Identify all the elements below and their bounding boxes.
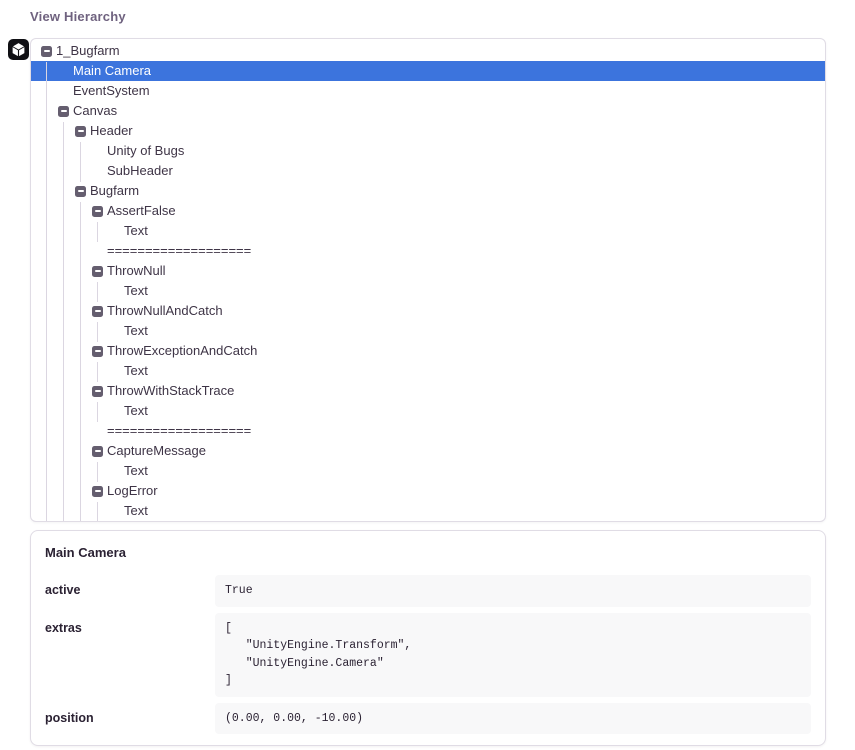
tree-node-label: ThrowWithStackTrace — [107, 381, 234, 401]
collapse-minus-icon[interactable] — [41, 46, 52, 57]
tree-node[interactable]: Unity of Bugs — [31, 141, 825, 161]
collapse-minus-icon[interactable] — [75, 126, 86, 137]
collapse-toggle[interactable] — [58, 106, 73, 117]
tree-node-label: Header — [90, 121, 133, 141]
view-hierarchy-page: View Hierarchy 1_BugfarmMain CameraEvent… — [0, 0, 855, 750]
tree-node[interactable]: Text — [31, 401, 825, 421]
collapse-minus-icon[interactable] — [92, 446, 103, 457]
tree-node-label: LogError — [107, 481, 158, 501]
tree-node-label: Text — [124, 221, 148, 241]
collapse-minus-icon[interactable] — [92, 306, 103, 317]
collapse-toggle[interactable] — [92, 206, 107, 217]
tree-node[interactable]: Header — [31, 121, 825, 141]
tree-node[interactable]: =================== — [31, 241, 825, 261]
collapse-minus-icon[interactable] — [75, 186, 86, 197]
detail-key: active — [43, 575, 215, 607]
tree-node[interactable]: Main Camera — [31, 61, 825, 81]
collapse-toggle[interactable] — [75, 186, 90, 197]
detail-value: (0.00, 0.00, -10.00) — [215, 703, 811, 735]
collapse-toggle[interactable] — [92, 346, 107, 357]
tree-node[interactable]: 1_Bugfarm — [31, 41, 825, 61]
detail-value: True — [215, 575, 811, 607]
tree-node[interactable]: Text — [31, 361, 825, 381]
node-details-panel: Main Camera activeTrueextras[ "UnityEngi… — [30, 530, 826, 746]
detail-row: activeTrue — [43, 575, 811, 607]
tree-node-label: =================== — [107, 241, 251, 261]
page-title: View Hierarchy — [30, 9, 855, 24]
detail-key: extras — [43, 613, 215, 697]
unity-logo-icon — [8, 39, 29, 60]
collapse-toggle[interactable] — [92, 386, 107, 397]
detail-row: extras[ "UnityEngine.Transform", "UnityE… — [43, 613, 811, 697]
tree-node-label: 1_Bugfarm — [56, 41, 120, 61]
collapse-minus-icon[interactable] — [92, 206, 103, 217]
tree-node[interactable]: AssertFalse — [31, 201, 825, 221]
tree-node[interactable]: ThrowNullAndCatch — [31, 301, 825, 321]
tree-node-label: ThrowNullAndCatch — [107, 301, 223, 321]
tree-node[interactable]: =================== — [31, 421, 825, 441]
collapse-toggle[interactable] — [75, 126, 90, 137]
tree-node[interactable]: Canvas — [31, 101, 825, 121]
tree-node[interactable]: ThrowWithStackTrace — [31, 381, 825, 401]
detail-rows: activeTrueextras[ "UnityEngine.Transform… — [43, 575, 811, 734]
tree-node-label: Canvas — [73, 101, 117, 121]
tree-node[interactable]: Text — [31, 281, 825, 301]
tree-node[interactable]: SubHeader — [31, 161, 825, 181]
detail-key: position — [43, 703, 215, 735]
selected-node-title: Main Camera — [45, 545, 811, 560]
tree-node-label: EventSystem — [73, 81, 150, 101]
hierarchy-tree-panel[interactable]: 1_BugfarmMain CameraEventSystemCanvasHea… — [30, 38, 826, 522]
tree-node[interactable]: CaptureMessage — [31, 441, 825, 461]
tree-node[interactable]: ThrowExceptionAndCatch — [31, 341, 825, 361]
tree-node[interactable]: Text — [31, 221, 825, 241]
detail-value: [ "UnityEngine.Transform", "UnityEngine.… — [215, 613, 811, 697]
collapse-minus-icon[interactable] — [92, 486, 103, 497]
tree-rows: 1_BugfarmMain CameraEventSystemCanvasHea… — [31, 39, 825, 521]
collapse-toggle[interactable] — [92, 306, 107, 317]
tree-node[interactable]: Bugfarm — [31, 181, 825, 201]
tree-node-label: Text — [124, 361, 148, 381]
collapse-toggle[interactable] — [92, 446, 107, 457]
tree-node[interactable]: Text — [31, 501, 825, 521]
tree-node-label: Main Camera — [73, 61, 151, 81]
tree-node-label: =================== — [107, 421, 251, 441]
tree-node[interactable]: EventSystem — [31, 81, 825, 101]
collapse-toggle[interactable] — [92, 266, 107, 277]
tree-node-label: Bugfarm — [90, 181, 139, 201]
tree-node-label: CaptureMessage — [107, 441, 206, 461]
tree-node-label: Text — [124, 281, 148, 301]
tree-node-label: AssertFalse — [107, 201, 176, 221]
collapse-minus-icon[interactable] — [58, 106, 69, 117]
collapse-toggle[interactable] — [41, 46, 56, 57]
collapse-minus-icon[interactable] — [92, 266, 103, 277]
tree-node-label: SubHeader — [107, 161, 173, 181]
tree-node[interactable]: LogError — [31, 481, 825, 501]
tree-node-label: Text — [124, 461, 148, 481]
tree-node-label: Text — [124, 321, 148, 341]
tree-node-label: ThrowNull — [107, 261, 166, 281]
collapse-minus-icon[interactable] — [92, 386, 103, 397]
tree-node[interactable]: Text — [31, 321, 825, 341]
collapse-minus-icon[interactable] — [92, 346, 103, 357]
tree-node[interactable]: ThrowNull — [31, 261, 825, 281]
collapse-toggle[interactable] — [92, 486, 107, 497]
tree-node-label: Unity of Bugs — [107, 141, 184, 161]
tree-node[interactable]: Text — [31, 461, 825, 481]
detail-row: position(0.00, 0.00, -10.00) — [43, 703, 811, 735]
tree-node-label: Text — [124, 401, 148, 421]
tree-node-label: ThrowExceptionAndCatch — [107, 341, 257, 361]
tree-node-label: Text — [124, 501, 148, 521]
